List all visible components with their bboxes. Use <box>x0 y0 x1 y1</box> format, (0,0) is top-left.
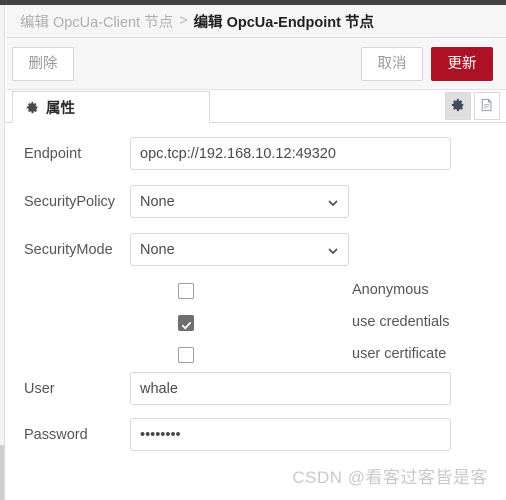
use-credentials-checkbox[interactable] <box>178 315 194 331</box>
gear-icon <box>26 101 39 114</box>
edit-node-dialog: 编辑 OpcUa-Client 节点 > 编辑 OpcUa-Endpoint 节… <box>6 5 506 500</box>
security-mode-select[interactable]: None <box>130 233 349 266</box>
anonymous-label: Anonymous <box>352 282 429 298</box>
row-password: Password <box>6 418 506 451</box>
tab-bar: 属性 <box>6 90 506 123</box>
row-security-mode: SecurityMode None <box>6 233 506 266</box>
endpoint-label: Endpoint <box>24 145 82 162</box>
properties-form: Endpoint SecurityPolicy None SecurityMod <box>6 123 506 500</box>
security-policy-label: SecurityPolicy <box>24 193 116 210</box>
password-label: Password <box>24 426 88 443</box>
security-policy-select[interactable]: None <box>130 185 349 218</box>
app-root: 编辑 OpcUa-Client 节点 > 编辑 OpcUa-Endpoint 节… <box>0 0 506 500</box>
update-button[interactable]: 更新 <box>431 47 493 81</box>
user-input[interactable] <box>130 372 451 405</box>
tab-properties[interactable]: 属性 <box>12 91 210 123</box>
properties-tool-button[interactable] <box>445 92 471 120</box>
security-policy-value: None <box>140 193 175 210</box>
user-label: User <box>24 380 55 397</box>
breadcrumb: 编辑 OpcUa-Client 节点 > 编辑 OpcUa-Endpoint 节… <box>6 5 506 38</box>
row-user: User <box>6 372 506 405</box>
breadcrumb-current: 编辑 OpcUa-Endpoint 节点 <box>193 14 374 31</box>
anonymous-checkbox[interactable] <box>178 283 194 299</box>
row-endpoint: Endpoint <box>6 137 506 170</box>
row-anonymous: Anonymous <box>6 279 506 305</box>
tab-properties-label: 属性 <box>46 100 75 117</box>
left-scroll-thumb[interactable] <box>0 445 4 500</box>
security-mode-label: SecurityMode <box>24 241 113 258</box>
left-scroll-rail[interactable] <box>0 5 5 500</box>
use-credentials-label: use credentials <box>352 314 450 330</box>
breadcrumb-parent[interactable]: 编辑 OpcUa-Client 节点 <box>20 11 173 32</box>
document-icon <box>480 97 494 116</box>
user-certificate-label: user certificate <box>352 346 447 362</box>
endpoint-input[interactable] <box>130 137 451 170</box>
user-certificate-checkbox[interactable] <box>178 347 194 363</box>
tab-bar-tools <box>445 92 500 120</box>
cancel-button[interactable]: 取消 <box>361 47 423 81</box>
dialog-toolbar: 删除 取消 更新 <box>6 38 506 90</box>
row-use-credentials: use credentials <box>6 311 506 337</box>
check-icon <box>181 318 192 329</box>
password-input[interactable] <box>130 418 451 451</box>
row-user-certificate: user certificate <box>6 343 506 369</box>
security-mode-value: None <box>140 241 175 258</box>
chevron-down-icon <box>327 196 339 208</box>
gear-icon <box>451 98 465 115</box>
breadcrumb-separator: > <box>179 13 188 29</box>
delete-button[interactable]: 删除 <box>12 47 74 81</box>
chevron-down-icon <box>327 244 339 256</box>
description-tool-button[interactable] <box>474 92 500 120</box>
row-security-policy: SecurityPolicy None <box>6 185 506 218</box>
